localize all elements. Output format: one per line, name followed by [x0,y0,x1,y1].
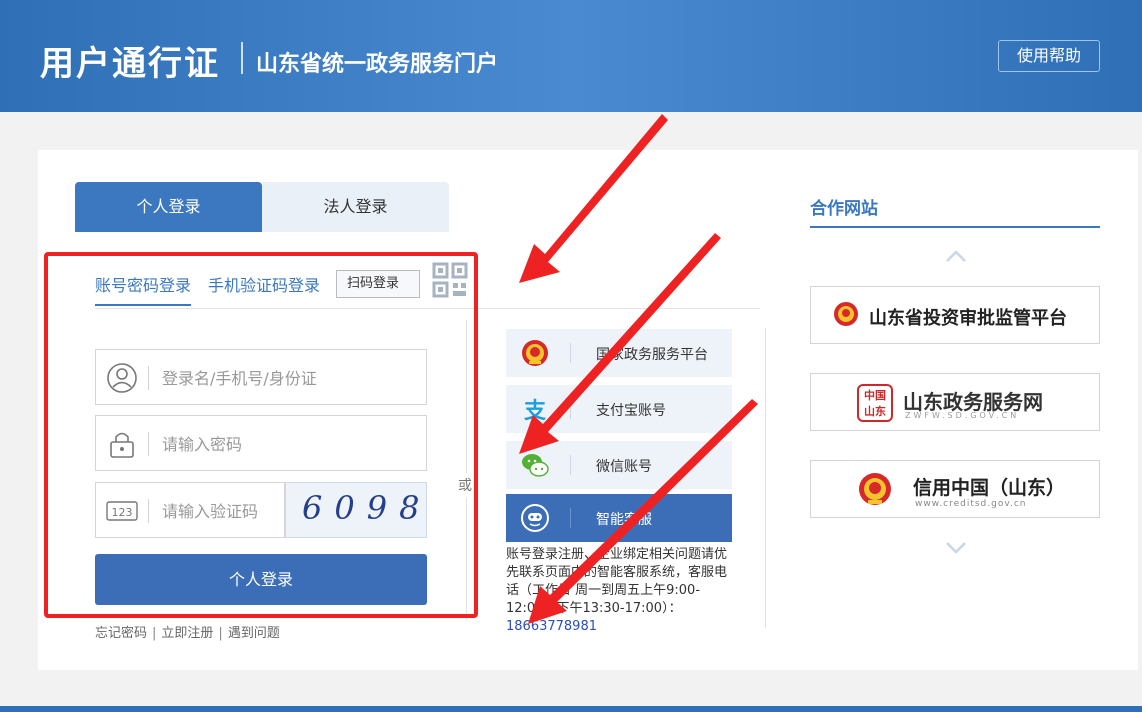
help-problem-link[interactable]: 遇到问题 [228,626,280,641]
alt-divider [570,455,571,475]
wechat-icon [520,450,550,480]
chevron-down-icon[interactable] [944,540,968,556]
partner-sites-title: 合作网站 [810,199,878,219]
alt-login-label: 支付宝账号 [596,403,666,419]
subtab-password-login[interactable]: 账号密码登录 [95,272,192,306]
alt-divider [570,343,571,363]
or-label: 或 [458,473,472,497]
header-banner: 用户通行证 山东省统一政务服务门户 使用帮助 [0,0,1142,112]
captcha-code: 6098 [302,489,432,527]
qr-code-icon[interactable] [432,262,468,298]
link-separator: | [218,626,223,641]
partner-site-name: 信用中国（山东） [913,477,1066,499]
wechat-login[interactable]: 微信账号 [506,441,732,489]
login-links: 忘记密码 | 立即注册 | 遇到问题 [95,622,280,641]
brand-title: 用户通行证 [40,44,220,84]
captcha-field[interactable]: 123 [95,482,285,538]
help-button[interactable]: 使用帮助 [998,40,1100,72]
partner-site-url: www.creditsd.gov.cn [915,499,1027,509]
password-input[interactable] [162,428,412,460]
national-emblem-icon [857,471,893,511]
alt-login-label: 国家政务服务平台 [596,347,708,363]
chevron-up-icon[interactable] [944,248,968,264]
portal-subtitle: 山东省统一政务服务门户 [256,52,499,77]
user-icon [106,362,138,394]
smart-customer-service[interactable]: 智能客服 [506,494,732,542]
personal-login-button[interactable]: 个人登录 [95,554,427,605]
partner-site-credit[interactable]: 信用中国（山东） www.creditsd.gov.cn [810,460,1100,518]
partner-site-investment[interactable]: 山东省投资审批监管平台 [810,286,1100,344]
captcha-number-icon: 123 [106,495,138,527]
partner-site-url: ZWFW.SD.GOV.CN [905,411,1020,420]
username-input[interactable] [162,362,412,394]
header-divider [241,42,243,74]
help-note: 账号登录注册、企业绑定相关问题请优先联系页面中的智能客服系统，客服电话（工作日 … [506,546,732,636]
national-emblem-icon [833,301,859,331]
partner-site-name: 山东省投资审批监管平台 [869,308,1067,329]
seal-icon: 中国山东 [857,384,893,422]
vertical-divider [765,328,766,628]
svg-text:支: 支 [524,399,547,424]
alt-login-label: 智能客服 [596,512,652,528]
subtab-divider [95,308,760,309]
password-field[interactable] [95,415,427,471]
captcha-input[interactable] [162,495,282,527]
register-link[interactable]: 立即注册 [161,626,213,641]
national-emblem-icon [520,338,550,368]
username-field[interactable] [95,349,427,405]
alt-divider [570,508,571,528]
lock-icon [106,428,138,460]
vertical-divider [466,320,467,620]
alt-login-label: 微信账号 [596,459,652,475]
link-separator: | [152,626,157,641]
tab-personal-login[interactable]: 个人登录 [75,182,262,232]
national-platform-login[interactable]: 国家政务服务平台 [506,329,732,377]
partner-site-zwfw[interactable]: 中国山东 山东政务服务网 ZWFW.SD.GOV.CN [810,373,1100,431]
alipay-login[interactable]: 支 支付宝账号 [506,385,732,433]
help-note-text: 账号登录注册、企业绑定相关问题请优先联系页面中的智能客服系统，客服电话（工作日 … [506,547,728,616]
tab-legal-login[interactable]: 法人登录 [262,182,449,232]
bottom-bar [0,706,1142,712]
forgot-password-link[interactable]: 忘记密码 [95,626,147,641]
customer-service-icon [520,503,550,533]
alipay-icon: 支 [520,394,550,424]
field-divider [148,499,149,523]
captcha-number-icon-text: 123 [112,506,133,519]
partner-title-underline [810,226,1100,228]
subtab-scan-login[interactable]: 扫码登录 [336,270,420,298]
subtab-sms-login[interactable]: 手机验证码登录 [208,272,320,296]
field-divider [148,366,149,390]
field-divider [148,432,149,456]
captcha-image[interactable]: 6098 [285,482,427,538]
service-phone-link[interactable]: 18663778981 [506,619,597,634]
alt-divider [570,399,571,419]
